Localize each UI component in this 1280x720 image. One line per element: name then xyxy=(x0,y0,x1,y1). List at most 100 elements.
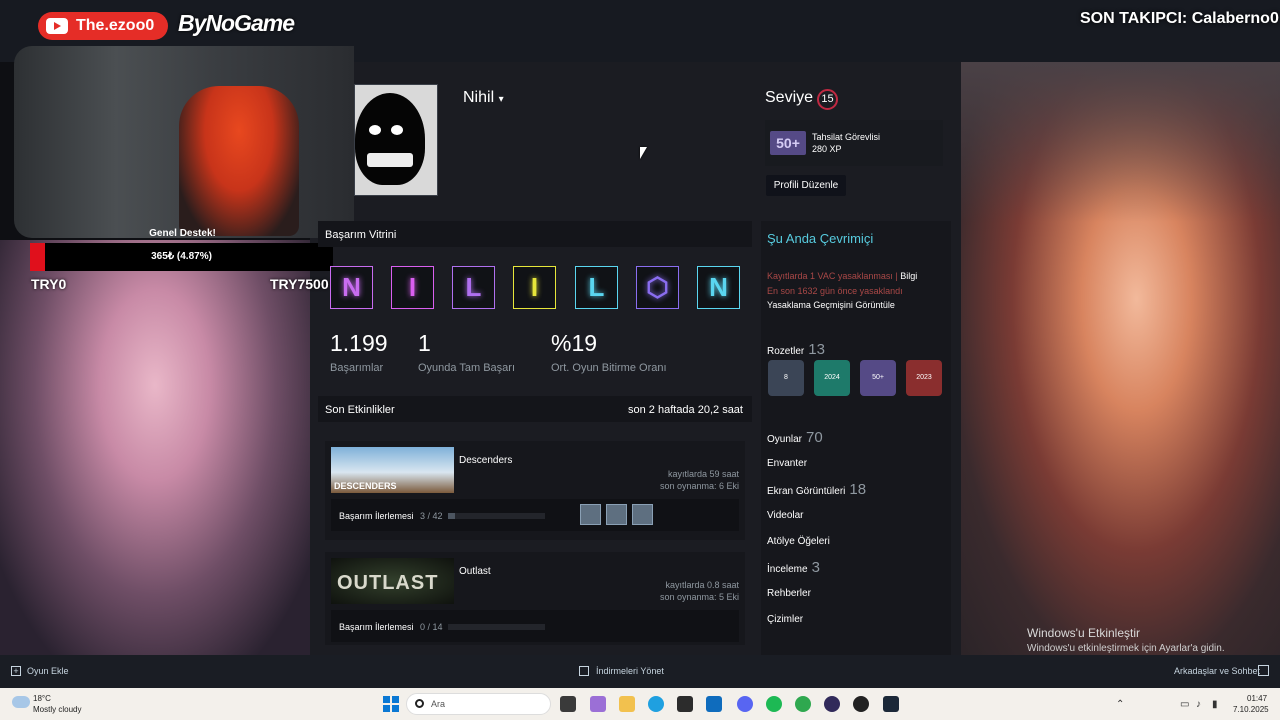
windows-logo-icon xyxy=(383,705,390,712)
achievement-icon[interactable] xyxy=(580,504,601,525)
ban-history-link[interactable]: Yasaklama Geçmişini Görüntüle xyxy=(767,300,895,310)
edit-profile-button[interactable]: Profili Düzenle xyxy=(766,175,846,196)
weather-description[interactable]: Mostly cloudy xyxy=(33,705,81,714)
recent-activity-title: Son Etkinlikler xyxy=(325,404,395,416)
game-thumbnail-outlast[interactable]: OUTLAST xyxy=(331,558,454,604)
featured-badge-xp: 280 XP xyxy=(812,144,842,154)
profile-background-art-left xyxy=(0,240,310,655)
windows-logo-icon xyxy=(392,696,399,703)
taskbar-search[interactable] xyxy=(406,693,551,715)
app-icon[interactable] xyxy=(853,696,869,712)
vac-ban-text: Kayıtlarda 1 VAC yasaklanması | Bilgi xyxy=(767,271,918,281)
achievement-tile[interactable]: L xyxy=(575,266,618,309)
add-game-button[interactable]: Oyun Ekle xyxy=(27,666,69,676)
task-view-icon[interactable] xyxy=(560,696,576,712)
battery-icon[interactable]: ▮ xyxy=(1212,699,1218,710)
avatar-eye-right xyxy=(391,125,403,135)
manage-downloads-button[interactable]: İndirmeleri Yönet xyxy=(596,666,664,676)
game-name[interactable]: Outlast xyxy=(459,566,491,577)
stat-achievements-value: 1.199 xyxy=(330,330,388,356)
sidebar-item-workshop[interactable]: Atölye Öğeleri xyxy=(767,536,830,547)
activation-watermark-text: Windows'u etkinleştirmek için Ayarlar'a … xyxy=(1027,643,1225,654)
game-last-played: son oynanma: 6 Eki xyxy=(659,481,739,491)
avatar-face xyxy=(355,93,425,185)
sidebar-item-count: 3 xyxy=(811,559,820,576)
sidebar-item-guides[interactable]: Rehberler xyxy=(767,588,811,599)
edge-icon[interactable] xyxy=(648,696,664,712)
online-status: Şu Anda Çevrimiçi xyxy=(767,231,874,246)
spotify-icon[interactable] xyxy=(766,696,782,712)
profile-badge[interactable]: 2023 xyxy=(906,360,942,396)
volume-icon[interactable]: ♪ xyxy=(1196,699,1201,710)
mouse-cursor-icon xyxy=(640,147,647,159)
achievement-tile[interactable]: I xyxy=(391,266,434,309)
persona-name-dropdown[interactable]: Nihil ▾ xyxy=(463,89,504,107)
achievement-tile[interactable]: ⬡ xyxy=(636,266,679,309)
vac-ban-count: Kayıtlarda 1 VAC yasaklanması xyxy=(767,271,893,281)
game-thumbnail-text: OUTLAST xyxy=(337,572,439,594)
chevron-down-icon: ▾ xyxy=(498,94,504,105)
copilot-icon[interactable] xyxy=(590,696,606,712)
network-icon[interactable]: ▭ xyxy=(1180,699,1189,710)
featured-badge-icon: 50+ xyxy=(770,131,806,155)
game-name[interactable]: Descenders xyxy=(459,455,512,466)
chat-icon xyxy=(1258,665,1269,676)
windows-start-button[interactable] xyxy=(383,696,399,712)
obs-icon[interactable] xyxy=(824,696,840,712)
webcam-overlay xyxy=(14,46,354,238)
sidebar-item-count: 70 xyxy=(806,429,823,446)
profile-badge[interactable]: 8 xyxy=(768,360,804,396)
activation-watermark-title: Windows'u Etkinleştir xyxy=(1027,626,1140,640)
achievement-progress-label: Başarım İlerlemesi xyxy=(339,622,414,632)
paw-pattern xyxy=(961,62,1280,222)
sidebar-item-count: 18 xyxy=(849,481,867,498)
stat-perfect-games-value: 1 xyxy=(418,330,431,356)
achievement-tile[interactable]: N xyxy=(697,266,740,309)
weather-temperature[interactable]: 18°C xyxy=(33,694,51,703)
sidebar-item-count: 13 xyxy=(808,341,825,358)
chevron-up-icon[interactable]: ⌃ xyxy=(1116,699,1124,710)
donation-title: Genel Destek! xyxy=(149,228,216,239)
sidebar-item-badges[interactable]: Rozetler 13 xyxy=(767,341,825,358)
store-icon[interactable] xyxy=(677,696,693,712)
persona-name: Nihil xyxy=(463,89,495,106)
clock-date[interactable]: 7.10.2025 xyxy=(1233,705,1269,714)
achievement-progress-label: Başarım İlerlemesi xyxy=(339,511,414,521)
friends-chat-button[interactable]: Arkadaşlar ve Sohbet xyxy=(1174,666,1260,676)
stat-achievements-label: Başarımlar xyxy=(330,362,384,374)
achievement-tile[interactable]: I xyxy=(513,266,556,309)
steam-icon[interactable] xyxy=(883,696,899,712)
download-icon xyxy=(579,666,589,676)
youtube-channel-name: The.ezoo0 xyxy=(76,17,155,34)
sidebar-item-artwork[interactable]: Çizimler xyxy=(767,614,803,625)
sidebar-item-videos[interactable]: Videolar xyxy=(767,510,804,521)
clock-time[interactable]: 01:47 xyxy=(1247,694,1267,703)
sidebar-item-games[interactable]: Oyunlar 70 xyxy=(767,429,823,446)
brand-logo: ByNoGame xyxy=(178,10,295,36)
chrome-icon[interactable] xyxy=(795,696,811,712)
achievement-progress-value: 3 / 42 xyxy=(420,511,443,521)
achievement-tile[interactable]: L xyxy=(452,266,495,309)
youtube-channel-badge: The.ezoo0 xyxy=(38,12,168,40)
profile-avatar[interactable] xyxy=(354,84,438,196)
achievement-icon[interactable] xyxy=(632,504,653,525)
stat-perfect-games-label: Oyunda Tam Başarı xyxy=(418,362,516,374)
vac-ban-days: En son 1632 gün önce yasaklandı xyxy=(767,286,903,296)
game-thumbnail-descenders[interactable]: DESCENDERS xyxy=(331,447,454,493)
file-explorer-icon[interactable] xyxy=(619,696,635,712)
windows-logo-icon xyxy=(383,696,390,703)
level-badge[interactable]: 15 xyxy=(817,89,838,110)
donation-min-label: TRY0 xyxy=(31,276,67,292)
profile-badge[interactable]: 50+ xyxy=(860,360,896,396)
sidebar-item-screenshots[interactable]: Ekran Görüntüleri 18 xyxy=(767,481,866,498)
game-record-hours: kayıtlarda 59 saat xyxy=(667,469,739,479)
achievement-tile[interactable]: N xyxy=(330,266,373,309)
discord-icon[interactable] xyxy=(737,696,753,712)
achievement-icon[interactable] xyxy=(606,504,627,525)
sidebar-item-reviews[interactable]: İnceleme 3 xyxy=(767,559,820,576)
sidebar-item-inventory[interactable]: Envanter xyxy=(767,458,807,469)
featured-badge-name: Tahsilat Görevlisi xyxy=(812,132,881,142)
vac-info-link[interactable]: Bilgi xyxy=(900,271,917,281)
profile-badge[interactable]: 2024 xyxy=(814,360,850,396)
outlook-icon[interactable] xyxy=(706,696,722,712)
